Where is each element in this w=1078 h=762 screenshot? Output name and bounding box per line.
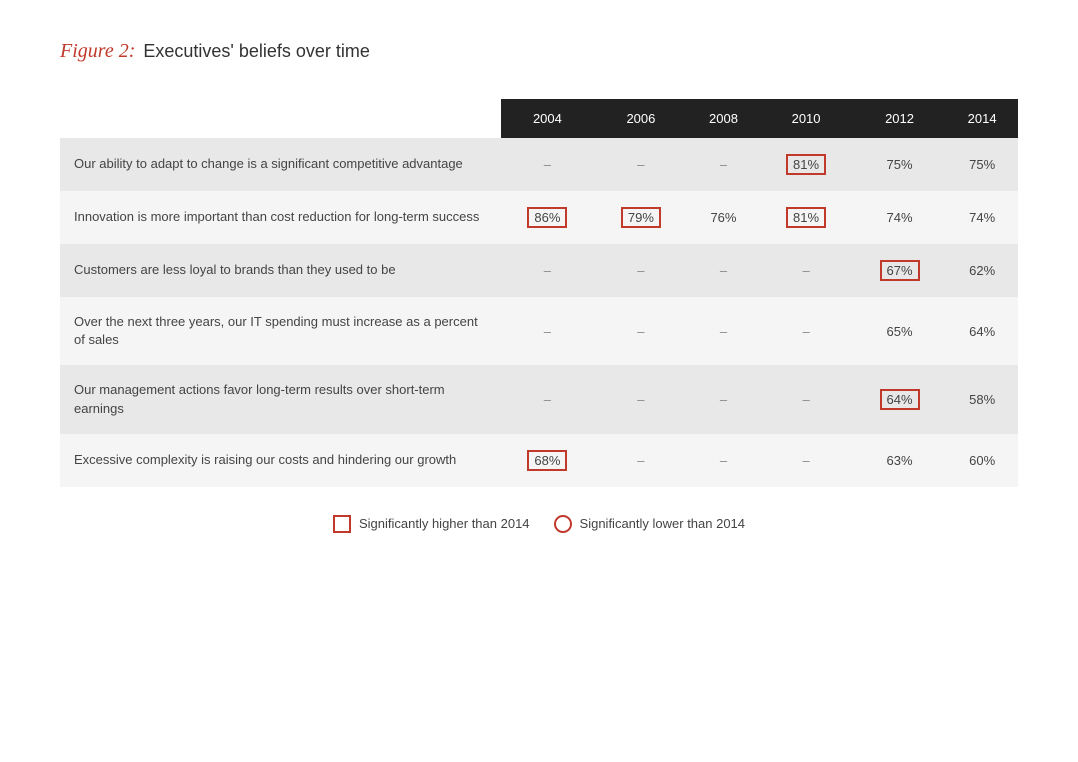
col-header-2008: 2008	[688, 99, 760, 138]
legend-higher-label: Significantly higher than 2014	[359, 516, 530, 531]
cell-value: –	[759, 244, 852, 297]
dash-value: –	[802, 392, 809, 407]
legend-higher-icon	[333, 515, 351, 533]
cell-value: 79%	[594, 191, 687, 244]
cell-value: –	[759, 365, 852, 433]
cell-value: –	[594, 365, 687, 433]
legend: Significantly higher than 2014 Significa…	[60, 515, 1018, 533]
col-header-2004: 2004	[501, 99, 594, 138]
col-header-2014: 2014	[946, 99, 1018, 138]
highlighted-cell: 64%	[880, 389, 920, 410]
dash-value: –	[637, 392, 644, 407]
legend-lower-label: Significantly lower than 2014	[580, 516, 746, 531]
dash-value: –	[637, 263, 644, 278]
dash-value: –	[720, 324, 727, 339]
cell-value: 76%	[688, 191, 760, 244]
cell-value: –	[501, 297, 594, 365]
cell-value: 75%	[946, 138, 1018, 191]
highlighted-cell: 81%	[786, 154, 826, 175]
cell-value: –	[501, 365, 594, 433]
row-label: Customers are less loyal to brands than …	[60, 244, 501, 297]
dash-value: –	[802, 324, 809, 339]
dash-value: –	[544, 392, 551, 407]
cell-value: –	[688, 434, 760, 487]
dash-value: –	[720, 157, 727, 172]
legend-lower: Significantly lower than 2014	[554, 515, 746, 533]
cell-value: 64%	[946, 297, 1018, 365]
figure-label: Figure 2:	[60, 40, 135, 63]
cell-value: –	[501, 138, 594, 191]
table-row: Over the next three years, our IT spendi…	[60, 297, 1018, 365]
table-header-row: 2004 2006 2008 2010 2012 2014	[60, 99, 1018, 138]
dash-value: –	[637, 157, 644, 172]
figure-title: Figure 2: Executives' beliefs over time	[60, 40, 1018, 63]
cell-value: 62%	[946, 244, 1018, 297]
highlighted-cell: 67%	[880, 260, 920, 281]
cell-value: –	[759, 297, 852, 365]
cell-value: 64%	[853, 365, 946, 433]
legend-lower-icon	[554, 515, 572, 533]
row-label: Over the next three years, our IT spendi…	[60, 297, 501, 365]
cell-value: 60%	[946, 434, 1018, 487]
cell-value: –	[688, 365, 760, 433]
highlighted-cell: 68%	[527, 450, 567, 471]
dash-value: –	[802, 263, 809, 278]
cell-value: –	[594, 434, 687, 487]
cell-value: 75%	[853, 138, 946, 191]
dash-value: –	[637, 324, 644, 339]
col-header-2006: 2006	[594, 99, 687, 138]
cell-value: 74%	[853, 191, 946, 244]
cell-value: –	[594, 244, 687, 297]
row-label: Excessive complexity is raising our cost…	[60, 434, 501, 487]
dash-value: –	[720, 392, 727, 407]
highlighted-cell: 86%	[527, 207, 567, 228]
row-label: Innovation is more important than cost r…	[60, 191, 501, 244]
cell-value: 68%	[501, 434, 594, 487]
dash-value: –	[637, 453, 644, 468]
col-header-2012: 2012	[853, 99, 946, 138]
cell-value: 81%	[759, 191, 852, 244]
dash-value: –	[544, 263, 551, 278]
cell-value: –	[594, 138, 687, 191]
highlighted-cell: 79%	[621, 207, 661, 228]
dash-value: –	[544, 157, 551, 172]
col-header-2010: 2010	[759, 99, 852, 138]
table-row: Customers are less loyal to brands than …	[60, 244, 1018, 297]
table-row: Our ability to adapt to change is a sign…	[60, 138, 1018, 191]
data-table: 2004 2006 2008 2010 2012 2014 Our abilit…	[60, 99, 1018, 487]
dash-value: –	[544, 324, 551, 339]
legend-higher: Significantly higher than 2014	[333, 515, 530, 533]
cell-value: 86%	[501, 191, 594, 244]
cell-value: 81%	[759, 138, 852, 191]
cell-value: 67%	[853, 244, 946, 297]
table-row: Innovation is more important than cost r…	[60, 191, 1018, 244]
cell-value: 65%	[853, 297, 946, 365]
dash-value: –	[802, 453, 809, 468]
cell-value: –	[688, 138, 760, 191]
cell-value: –	[688, 297, 760, 365]
cell-value: –	[501, 244, 594, 297]
cell-value: –	[688, 244, 760, 297]
table-row: Our management actions favor long-term r…	[60, 365, 1018, 433]
row-label: Our ability to adapt to change is a sign…	[60, 138, 501, 191]
cell-value: –	[594, 297, 687, 365]
dash-value: –	[720, 263, 727, 278]
highlighted-cell: 81%	[786, 207, 826, 228]
cell-value: –	[759, 434, 852, 487]
row-label: Our management actions favor long-term r…	[60, 365, 501, 433]
dash-value: –	[720, 453, 727, 468]
cell-value: 74%	[946, 191, 1018, 244]
cell-value: 63%	[853, 434, 946, 487]
figure-description: Executives' beliefs over time	[143, 41, 370, 62]
cell-value: 58%	[946, 365, 1018, 433]
table-row: Excessive complexity is raising our cost…	[60, 434, 1018, 487]
